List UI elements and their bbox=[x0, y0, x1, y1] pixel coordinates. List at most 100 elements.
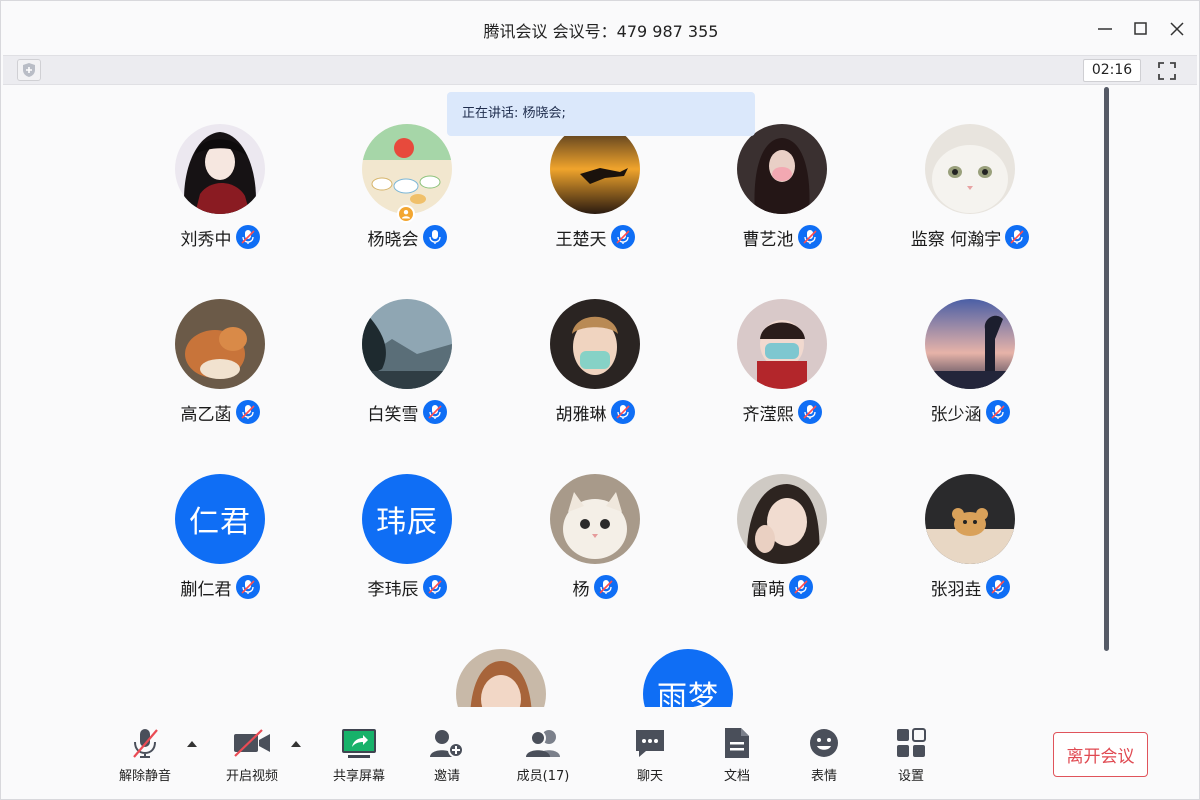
participant-name-row: 王楚天 bbox=[515, 224, 675, 250]
participant-name: 王楚天 bbox=[555, 229, 607, 250]
participant-tile[interactable]: 齐滢熙 bbox=[702, 262, 862, 425]
participant-name: 高乙菡 bbox=[180, 404, 232, 425]
document-icon bbox=[717, 725, 757, 761]
fullscreen-icon bbox=[1158, 61, 1176, 80]
mic-muted-icon bbox=[235, 400, 260, 424]
participant-tile[interactable]: 监察 何瀚宇 bbox=[890, 87, 1050, 250]
meeting-info-bar: 02:16 bbox=[3, 55, 1197, 85]
mic-muted-icon bbox=[789, 575, 813, 599]
mic-muted-icon bbox=[235, 575, 260, 599]
participant-name: 杨晓会 bbox=[367, 229, 419, 250]
maximize-button[interactable] bbox=[1127, 15, 1155, 43]
avatar bbox=[550, 474, 640, 564]
docs-button[interactable]: 文档 bbox=[697, 725, 777, 787]
participant-name: 杨 bbox=[572, 579, 590, 600]
participant-name-row: 白笑雪 bbox=[327, 399, 487, 425]
minimize-icon bbox=[1098, 28, 1112, 30]
members-label: 成员(17) bbox=[516, 769, 570, 784]
mic-on-icon bbox=[422, 225, 447, 249]
mic-muted-icon bbox=[125, 725, 165, 761]
minimize-button[interactable] bbox=[1091, 15, 1119, 43]
avatar bbox=[925, 474, 1015, 564]
participant-tile[interactable]: 杨 bbox=[515, 437, 675, 600]
chat-button[interactable]: 聊天 bbox=[610, 725, 690, 787]
window-title: 腾讯会议 会议号：479 987 355 bbox=[483, 22, 719, 41]
participant-name-row: 杨 bbox=[515, 574, 675, 600]
avatar bbox=[925, 124, 1015, 214]
grid-scrollbar[interactable] bbox=[1104, 87, 1109, 651]
mic-muted-icon bbox=[1005, 225, 1030, 249]
members-icon bbox=[523, 725, 563, 761]
unmute-button[interactable]: 解除静音 bbox=[105, 725, 185, 787]
fullscreen-button[interactable] bbox=[1155, 59, 1179, 82]
mic-muted-icon bbox=[422, 400, 447, 424]
camera-off-icon bbox=[232, 725, 272, 761]
share-screen-icon bbox=[339, 725, 379, 761]
participant-tile[interactable]: 张少涵 bbox=[890, 262, 1050, 425]
participant-name-row: 张少涵 bbox=[890, 399, 1050, 425]
share-screen-label: 共享屏幕 bbox=[332, 769, 385, 784]
avatar bbox=[550, 124, 640, 214]
avatar-initials: 雨梦 bbox=[643, 649, 733, 707]
participant-name: 刘秀中 bbox=[180, 229, 232, 250]
close-icon bbox=[1170, 22, 1184, 36]
mic-muted-icon bbox=[593, 575, 618, 599]
avatar bbox=[925, 299, 1015, 389]
mic-muted-icon bbox=[985, 400, 1010, 424]
avatar bbox=[362, 299, 452, 389]
participant-name: 蒯仁君 bbox=[180, 579, 232, 600]
meeting-timer: 02:16 bbox=[1083, 59, 1141, 82]
participant-grid: 刘秀中 杨晓会 王楚天 曹艺池 监察 何瀚宇 高乙菡 白笑雪 胡雅琳 齐滢熙 张… bbox=[1, 87, 1101, 707]
participant-tile[interactable]: 高乙菡 bbox=[140, 262, 300, 425]
start-video-label: 开启视频 bbox=[225, 769, 278, 784]
avatar bbox=[737, 299, 827, 389]
participant-name-row: 张羽垚 bbox=[890, 574, 1050, 600]
participant-tile[interactable]: 玮辰 李玮辰 bbox=[327, 437, 487, 600]
add-user-icon bbox=[427, 725, 467, 761]
participant-name: 张少涵 bbox=[930, 404, 982, 425]
host-badge-icon bbox=[397, 205, 415, 223]
participant-name-row: 李玮辰 bbox=[327, 574, 487, 600]
members-button[interactable]: 成员(17) bbox=[503, 725, 583, 787]
settings-grid-icon bbox=[891, 725, 931, 761]
mic-muted-icon bbox=[422, 575, 447, 599]
share-screen-button[interactable]: 共享屏幕 bbox=[319, 725, 399, 787]
participant-name: 雷萌 bbox=[751, 579, 785, 600]
participant-name-row: 齐滢熙 bbox=[702, 399, 862, 425]
participant-tile[interactable]: 胡雅琳 bbox=[515, 262, 675, 425]
participant-tile[interactable]: 雨梦 bbox=[608, 612, 768, 707]
avatar-initials: 仁君 bbox=[175, 474, 265, 564]
leave-meeting-button[interactable]: 离开会议 bbox=[1053, 732, 1148, 777]
close-button[interactable] bbox=[1163, 15, 1191, 43]
participant-name-row: 监察 何瀚宇 bbox=[890, 224, 1050, 250]
mic-muted-icon bbox=[610, 225, 635, 249]
security-shield-icon[interactable] bbox=[17, 59, 41, 81]
invite-button[interactable]: 邀请 bbox=[407, 725, 487, 787]
participant-tile[interactable]: 张羽垚 bbox=[890, 437, 1050, 600]
mic-muted-icon bbox=[985, 575, 1010, 599]
participant-tile[interactable]: 雷萌 bbox=[702, 437, 862, 600]
participant-name: 监察 何瀚宇 bbox=[910, 229, 1002, 250]
settings-button[interactable]: 设置 bbox=[871, 725, 951, 787]
participant-name-row: 雷萌 bbox=[702, 574, 862, 600]
avatar bbox=[175, 299, 265, 389]
invite-label: 邀请 bbox=[433, 769, 460, 784]
participant-name-row: 蒯仁君 bbox=[140, 574, 300, 600]
avatar bbox=[550, 299, 640, 389]
participant-name-row: 曹艺池 bbox=[702, 224, 862, 250]
avatar-initials: 玮辰 bbox=[362, 474, 452, 564]
start-video-button[interactable]: 开启视频 bbox=[212, 725, 292, 787]
participant-name: 曹艺池 bbox=[742, 229, 794, 250]
participant-tile[interactable] bbox=[421, 612, 581, 707]
participant-tile[interactable]: 仁君 蒯仁君 bbox=[140, 437, 300, 600]
video-options-caret-icon[interactable] bbox=[289, 739, 303, 749]
participant-tile[interactable]: 白笑雪 bbox=[327, 262, 487, 425]
avatar bbox=[175, 124, 265, 214]
avatar bbox=[737, 474, 827, 564]
participant-name-row: 胡雅琳 bbox=[515, 399, 675, 425]
unmute-label: 解除静音 bbox=[118, 769, 171, 784]
audio-options-caret-icon[interactable] bbox=[185, 739, 199, 749]
reactions-button[interactable]: 表情 bbox=[784, 725, 864, 787]
participant-tile[interactable]: 刘秀中 bbox=[140, 87, 300, 250]
participant-name: 白笑雪 bbox=[367, 404, 419, 425]
